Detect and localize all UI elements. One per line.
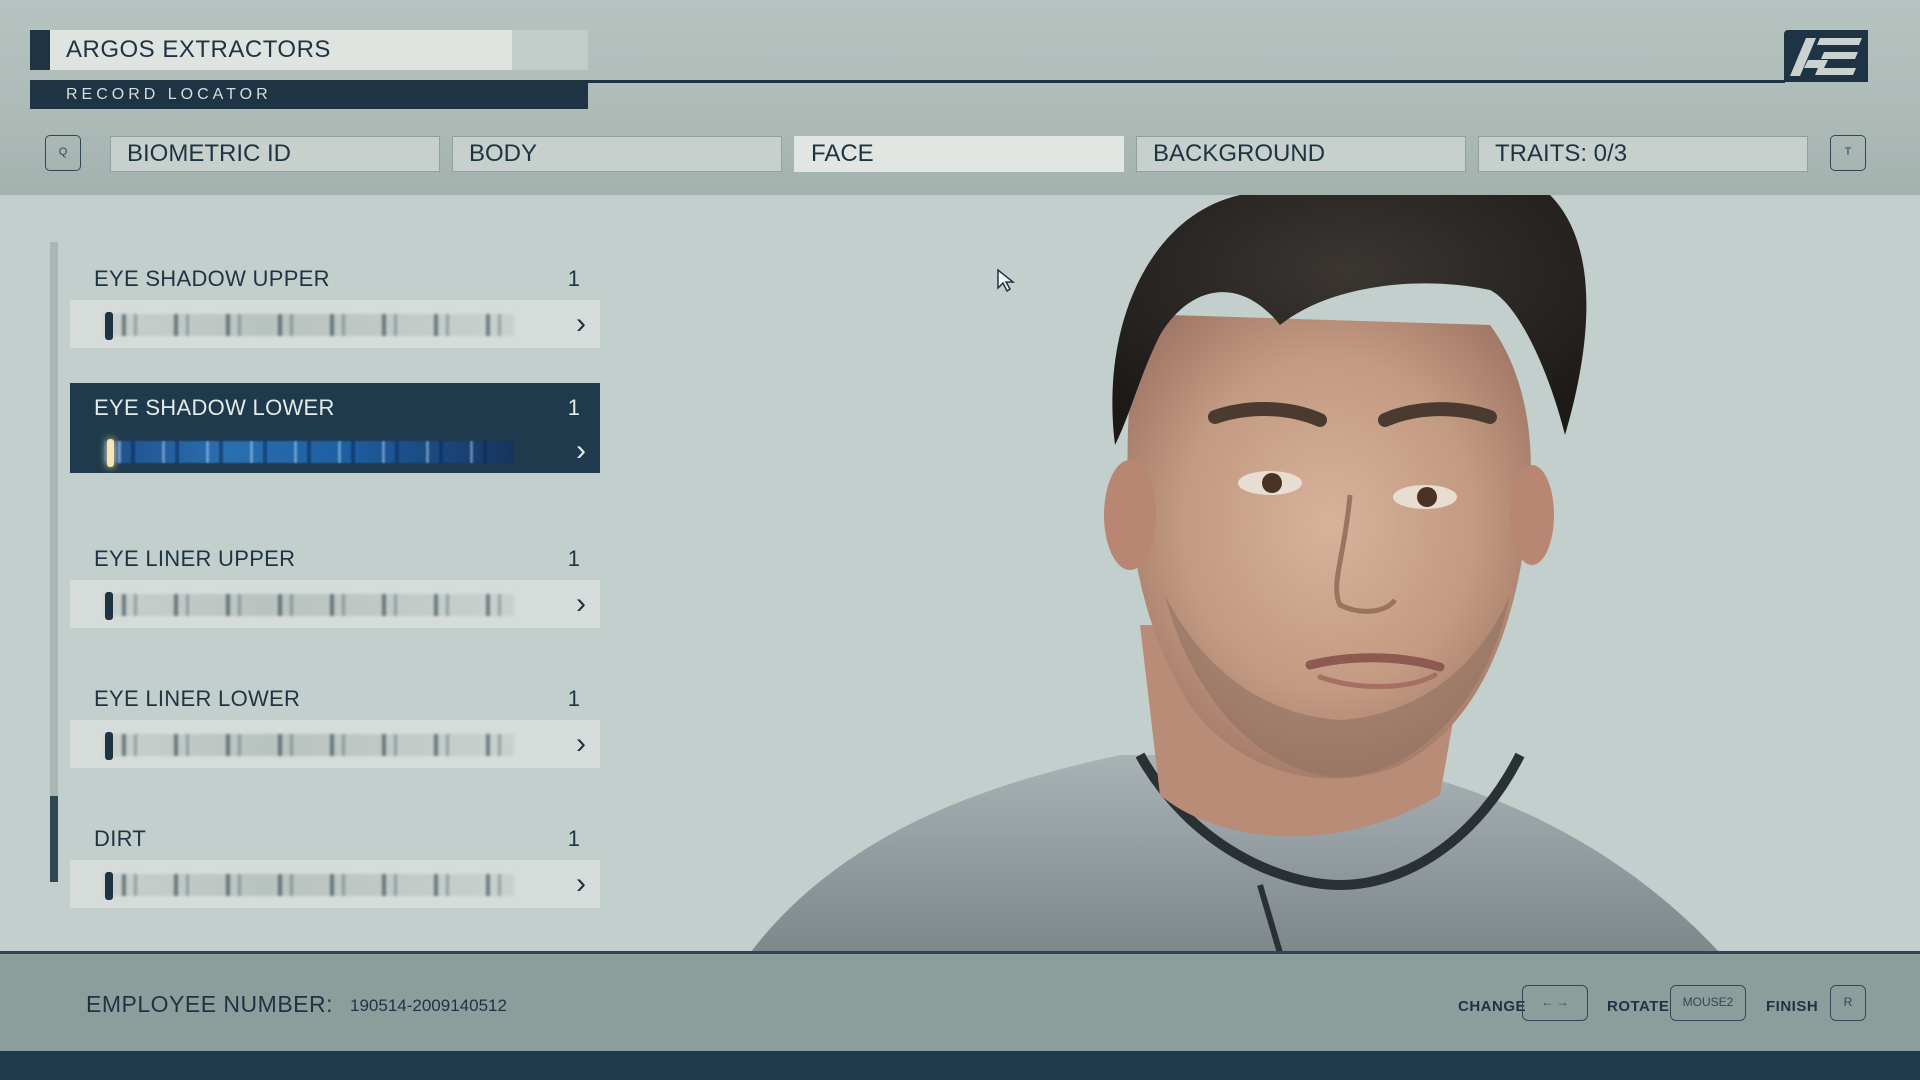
change-key-button[interactable]: ← →	[1522, 985, 1588, 1021]
employee-number-label: EMPLOYEE NUMBER:	[86, 991, 333, 1017]
slider-handle[interactable]	[107, 439, 114, 467]
option-label: EYE SHADOW LOWER	[94, 395, 335, 420]
chevron-right-icon[interactable]: ›	[576, 728, 586, 760]
tab-biometric-id[interactable]: BIOMETRIC ID	[110, 136, 440, 172]
tab-body[interactable]: BODY	[452, 136, 782, 172]
scrollbar-thumb[interactable]	[50, 796, 58, 882]
option-value: 1	[567, 266, 580, 291]
finish-hint-label: FINISH	[1766, 998, 1819, 1015]
option-value: 1	[567, 826, 580, 851]
finish-key-button[interactable]: R	[1830, 985, 1866, 1021]
chevron-right-icon[interactable]: ›	[576, 588, 586, 620]
chevron-right-icon[interactable]: ›	[576, 435, 586, 467]
option-label: DIRT	[94, 826, 147, 851]
scrollbar-track[interactable]	[50, 242, 58, 882]
employee-number-value: 190514-2009140512	[350, 996, 507, 1015]
slider-handle[interactable]	[105, 872, 113, 900]
tab-background[interactable]: BACKGROUND	[1136, 136, 1466, 172]
slider-handle[interactable]	[105, 312, 113, 340]
record-locator-label: RECORD LOCATOR	[30, 81, 588, 109]
tab-traits[interactable]: TRAITS: 0/3	[1478, 136, 1808, 172]
option-value: 1	[567, 546, 580, 571]
slider-handle[interactable]	[105, 732, 113, 760]
ae-logo-icon	[1784, 30, 1868, 82]
option-eye-shadow-lower[interactable]: EYE SHADOW LOWER 1 ›	[70, 383, 600, 473]
header: ARGOS EXTRACTORS RECORD LOCATOR Q BIOMET…	[0, 0, 1920, 195]
company-marker	[30, 30, 50, 70]
character-portrait[interactable]	[720, 195, 1920, 953]
option-value: 1	[567, 395, 580, 420]
option-dirt[interactable]: DIRT 1 ›	[70, 814, 600, 908]
company-name: ARGOS EXTRACTORS	[66, 36, 331, 63]
bottom-bar	[0, 1051, 1920, 1080]
option-label: EYE SHADOW UPPER	[94, 266, 330, 291]
chevron-right-icon[interactable]: ›	[576, 868, 586, 900]
company-banner: ARGOS EXTRACTORS	[30, 30, 588, 70]
option-slider[interactable]: ›	[70, 580, 600, 628]
option-eye-liner-lower[interactable]: EYE LINER LOWER 1 ›	[70, 674, 600, 768]
option-label: EYE LINER LOWER	[94, 686, 301, 711]
rotate-hint-label: ROTATE	[1607, 998, 1670, 1015]
option-slider[interactable]: ›	[70, 720, 600, 768]
option-slider[interactable]: ›	[70, 300, 600, 348]
slider-handle[interactable]	[105, 592, 113, 620]
option-slider[interactable]: ›	[70, 860, 600, 908]
footer-bar: EMPLOYEE NUMBER: 190514-2009140512 CHANG…	[0, 951, 1920, 1051]
option-eye-shadow-upper[interactable]: EYE SHADOW UPPER 1 ›	[70, 254, 600, 348]
option-eye-liner-upper[interactable]: EYE LINER UPPER 1 ›	[70, 534, 600, 628]
option-value: 1	[567, 686, 580, 711]
mouse-cursor-icon	[997, 268, 1016, 293]
change-hint-label: CHANGE	[1458, 998, 1527, 1015]
option-label: EYE LINER UPPER	[94, 546, 296, 571]
tab-face[interactable]: FACE	[794, 136, 1124, 172]
option-slider[interactable]: ›	[70, 427, 600, 475]
chevron-right-icon[interactable]: ›	[576, 308, 586, 340]
rotate-key-button[interactable]: MOUSE2	[1670, 985, 1746, 1021]
next-tab-key-t[interactable]: T	[1830, 135, 1866, 171]
prev-tab-key-q[interactable]: Q	[45, 135, 81, 171]
